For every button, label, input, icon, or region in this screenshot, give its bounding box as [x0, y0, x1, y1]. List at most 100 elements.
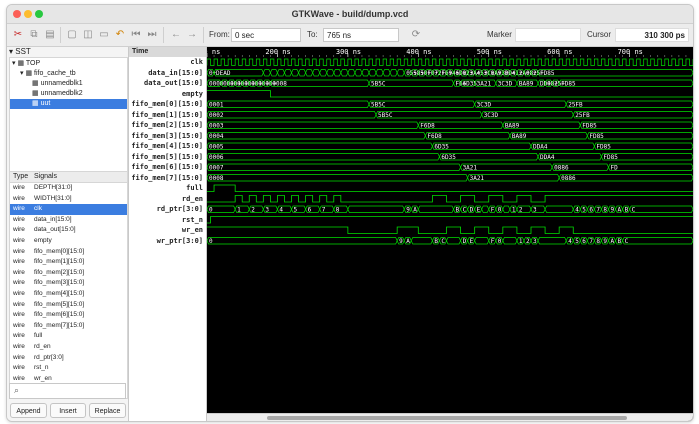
back-arrow-icon[interactable]: ← [169, 28, 183, 42]
trace-name[interactable]: fifo_mem[3][15:0] [129, 131, 203, 142]
cursor-value: 310 300 ps [615, 28, 689, 42]
bus-value: B [456, 207, 460, 214]
bus-segment [537, 237, 567, 245]
trace-name[interactable]: empty [129, 89, 203, 100]
signal-list-row[interactable]: wire fifo_mem[6][15:0] [10, 310, 127, 321]
trace-name[interactable]: fifo_mem[5][15:0] [129, 152, 203, 163]
trace-name[interactable]: wr_en [129, 225, 203, 236]
waveform-pane[interactable]: 100 ns 200 ns 300 ns 400 ns 500 ns 600 ns 700 … [207, 47, 693, 421]
signal-list-row[interactable]: wire fifo_mem[1][15:0] [10, 257, 127, 268]
signal-list-row[interactable]: wire rst_n [10, 363, 127, 374]
signal-list-row[interactable]: wire fifo_mem[7][15:0] [10, 321, 127, 332]
trace-name[interactable]: fifo_mem[4][15:0] [129, 141, 203, 152]
signal-list-row[interactable]: wire full [10, 331, 127, 342]
bus-value: DDA4 [533, 144, 548, 151]
bus-segment [544, 205, 574, 213]
module-icon: ▦ [32, 90, 41, 97]
timescale-label: 300 ns [336, 48, 361, 56]
type-column-header[interactable]: Type [13, 172, 28, 182]
signal-type: wire [13, 300, 25, 308]
bus-value: DEAD [216, 70, 231, 77]
trace-name[interactable]: clk [129, 57, 203, 68]
clock-trace [207, 58, 693, 66]
bus-value: 4 [575, 207, 579, 214]
signal-list-row[interactable]: wire WIDTH[31:0] [10, 194, 127, 205]
signal-list-row[interactable]: wire fifo_mem[5][15:0] [10, 300, 127, 311]
copy-icon[interactable]: ⧉ [27, 28, 41, 42]
signal-list-row[interactable]: wire data_in[15:0] [10, 215, 127, 226]
signal-list-row[interactable]: wire fifo_mem[4][15:0] [10, 289, 127, 300]
append-button[interactable]: Append [10, 403, 47, 418]
tree-node-unnamedblk1[interactable]: ▦ unnamedblk1 [32, 79, 83, 89]
scrollbar-thumb[interactable] [267, 416, 627, 420]
tree-node-top[interactable]: ▾ ▦ TOP [12, 59, 40, 69]
trace-name[interactable]: data_out[15:0] [129, 78, 203, 89]
bus-segment [312, 69, 321, 77]
trace-name[interactable]: fifo_mem[1][15:0] [129, 110, 203, 121]
bus-segment [608, 163, 693, 171]
waveform-canvas[interactable]: 100 ns 200 ns 300 ns 400 ns 500 ns 600 ns 700 … [207, 47, 693, 413]
cut-icon[interactable]: ✂ [11, 28, 25, 42]
bus-value: 6 [589, 207, 593, 214]
trace-name[interactable]: rst_n [129, 215, 203, 226]
bus-segment [298, 69, 306, 77]
bus-value: FD [610, 165, 618, 172]
trace-name[interactable]: wr_ptr[3:0] [129, 236, 203, 247]
reload-icon[interactable]: ⟳ [409, 28, 423, 42]
bus-segment [207, 174, 468, 182]
signal-list-row[interactable]: wire empty [10, 236, 127, 247]
bus-segment [579, 121, 693, 129]
bus-value: 7 [596, 207, 600, 214]
undo-icon[interactable]: ↶ [113, 28, 127, 42]
trace-name[interactable]: full [129, 183, 203, 194]
bus-value: 7 [322, 207, 326, 214]
replace-button[interactable]: Replace [89, 403, 126, 418]
signal-list-row[interactable]: wire DEPTH[31:0] [10, 183, 127, 194]
save-icon[interactable]: ◫ [81, 28, 95, 42]
forward-arrow-icon[interactable]: → [185, 28, 199, 42]
bus-segment [207, 237, 398, 245]
bus-value: 6 [308, 207, 312, 214]
paste-icon[interactable]: ▤ [43, 28, 57, 42]
trace-name[interactable]: fifo_mem[6][15:0] [129, 162, 203, 173]
bus-value: 0 [209, 238, 213, 245]
zoom-fit-icon[interactable]: ▭ [97, 28, 111, 42]
bus-value: 1 [519, 238, 523, 245]
tree-node-unnamedblk2[interactable]: ▦ unnamedblk2 [32, 89, 83, 99]
trace-name[interactable]: data_in[15:0] [129, 68, 203, 79]
tree-node-fifo-cache-tb[interactable]: ▾ ▦ fifo_cache_tb [20, 69, 76, 79]
signal-list-row[interactable]: wire clk [10, 204, 127, 215]
bus-value: FD85 [582, 123, 597, 130]
signal-list-row[interactable]: wire rd_ptr[3:0] [10, 353, 127, 364]
signal-list-row[interactable]: wire fifo_mem[2][15:0] [10, 268, 127, 279]
zoom-start-icon[interactable]: ⏮ [129, 28, 143, 42]
bus-segment [340, 69, 349, 77]
signal-list-row[interactable]: wire fifo_mem[0][15:0] [10, 247, 127, 258]
insert-button[interactable]: Insert [50, 403, 86, 418]
bus-value: B [625, 207, 629, 214]
bus-segment [333, 69, 342, 77]
signals-column-header[interactable]: Signals [34, 172, 57, 182]
bus-value: 1 [237, 207, 241, 214]
tree-node-uut[interactable]: ▦ uut [10, 99, 127, 109]
cursor-label: Cursor [587, 30, 612, 39]
signal-filter-input[interactable]: ⌕ [9, 383, 126, 399]
trace-name[interactable]: rd_ptr[3:0] [129, 204, 203, 215]
signal-name: rst_n [34, 364, 49, 372]
signal-name: fifo_mem[5][15:0] [34, 300, 85, 308]
signal-list-row[interactable]: wire rd_en [10, 342, 127, 353]
trace-name[interactable]: fifo_mem[2][15:0] [129, 120, 203, 131]
zoom-end-icon[interactable]: ⏭ [145, 28, 159, 42]
signal-list-row[interactable]: wire data_out[15:0] [10, 225, 127, 236]
to-time-field[interactable]: 765 ns [323, 28, 399, 42]
bus-segment [502, 237, 518, 245]
bus-value: 3A21 [477, 81, 492, 88]
trace-name[interactable]: fifo_mem[7][15:0] [129, 173, 203, 184]
trace-name[interactable]: fifo_mem[0][15:0] [129, 99, 203, 110]
trace-name[interactable]: rd_en [129, 194, 203, 205]
timescale-label: 600 ns [547, 48, 572, 56]
from-time-field[interactable]: 0 sec [231, 28, 301, 42]
select-all-icon[interactable]: ▢ [65, 28, 79, 42]
signal-list-row[interactable]: wire fifo_mem[3][15:0] [10, 278, 127, 289]
horizontal-scrollbar[interactable] [207, 413, 693, 421]
